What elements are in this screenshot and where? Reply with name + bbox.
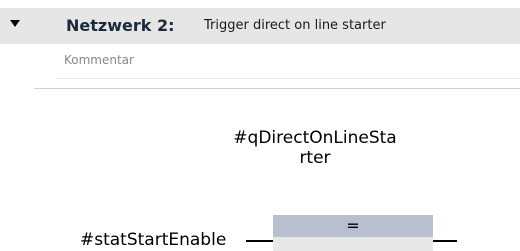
coil-symbol: = [273, 215, 433, 237]
output-wire [433, 240, 457, 242]
network-header: Netzwerk 2: Trigger direct on line start… [0, 8, 520, 44]
input-operand[interactable]: #statStartEnable [80, 230, 226, 250]
assignment-coil-box[interactable]: = [273, 215, 433, 251]
coil-output-operand[interactable]: #qDirectOnLineStarter [230, 128, 400, 168]
network-divider [34, 88, 520, 89]
input-wire [246, 240, 273, 242]
comment-field[interactable]: Kommentar [64, 53, 134, 67]
network-title[interactable]: Trigger direct on line starter [204, 18, 386, 33]
comment-row[interactable]: Kommentar [56, 44, 520, 79]
collapse-triangle-icon[interactable] [10, 20, 20, 27]
network-label: Netzwerk 2: [66, 16, 175, 35]
